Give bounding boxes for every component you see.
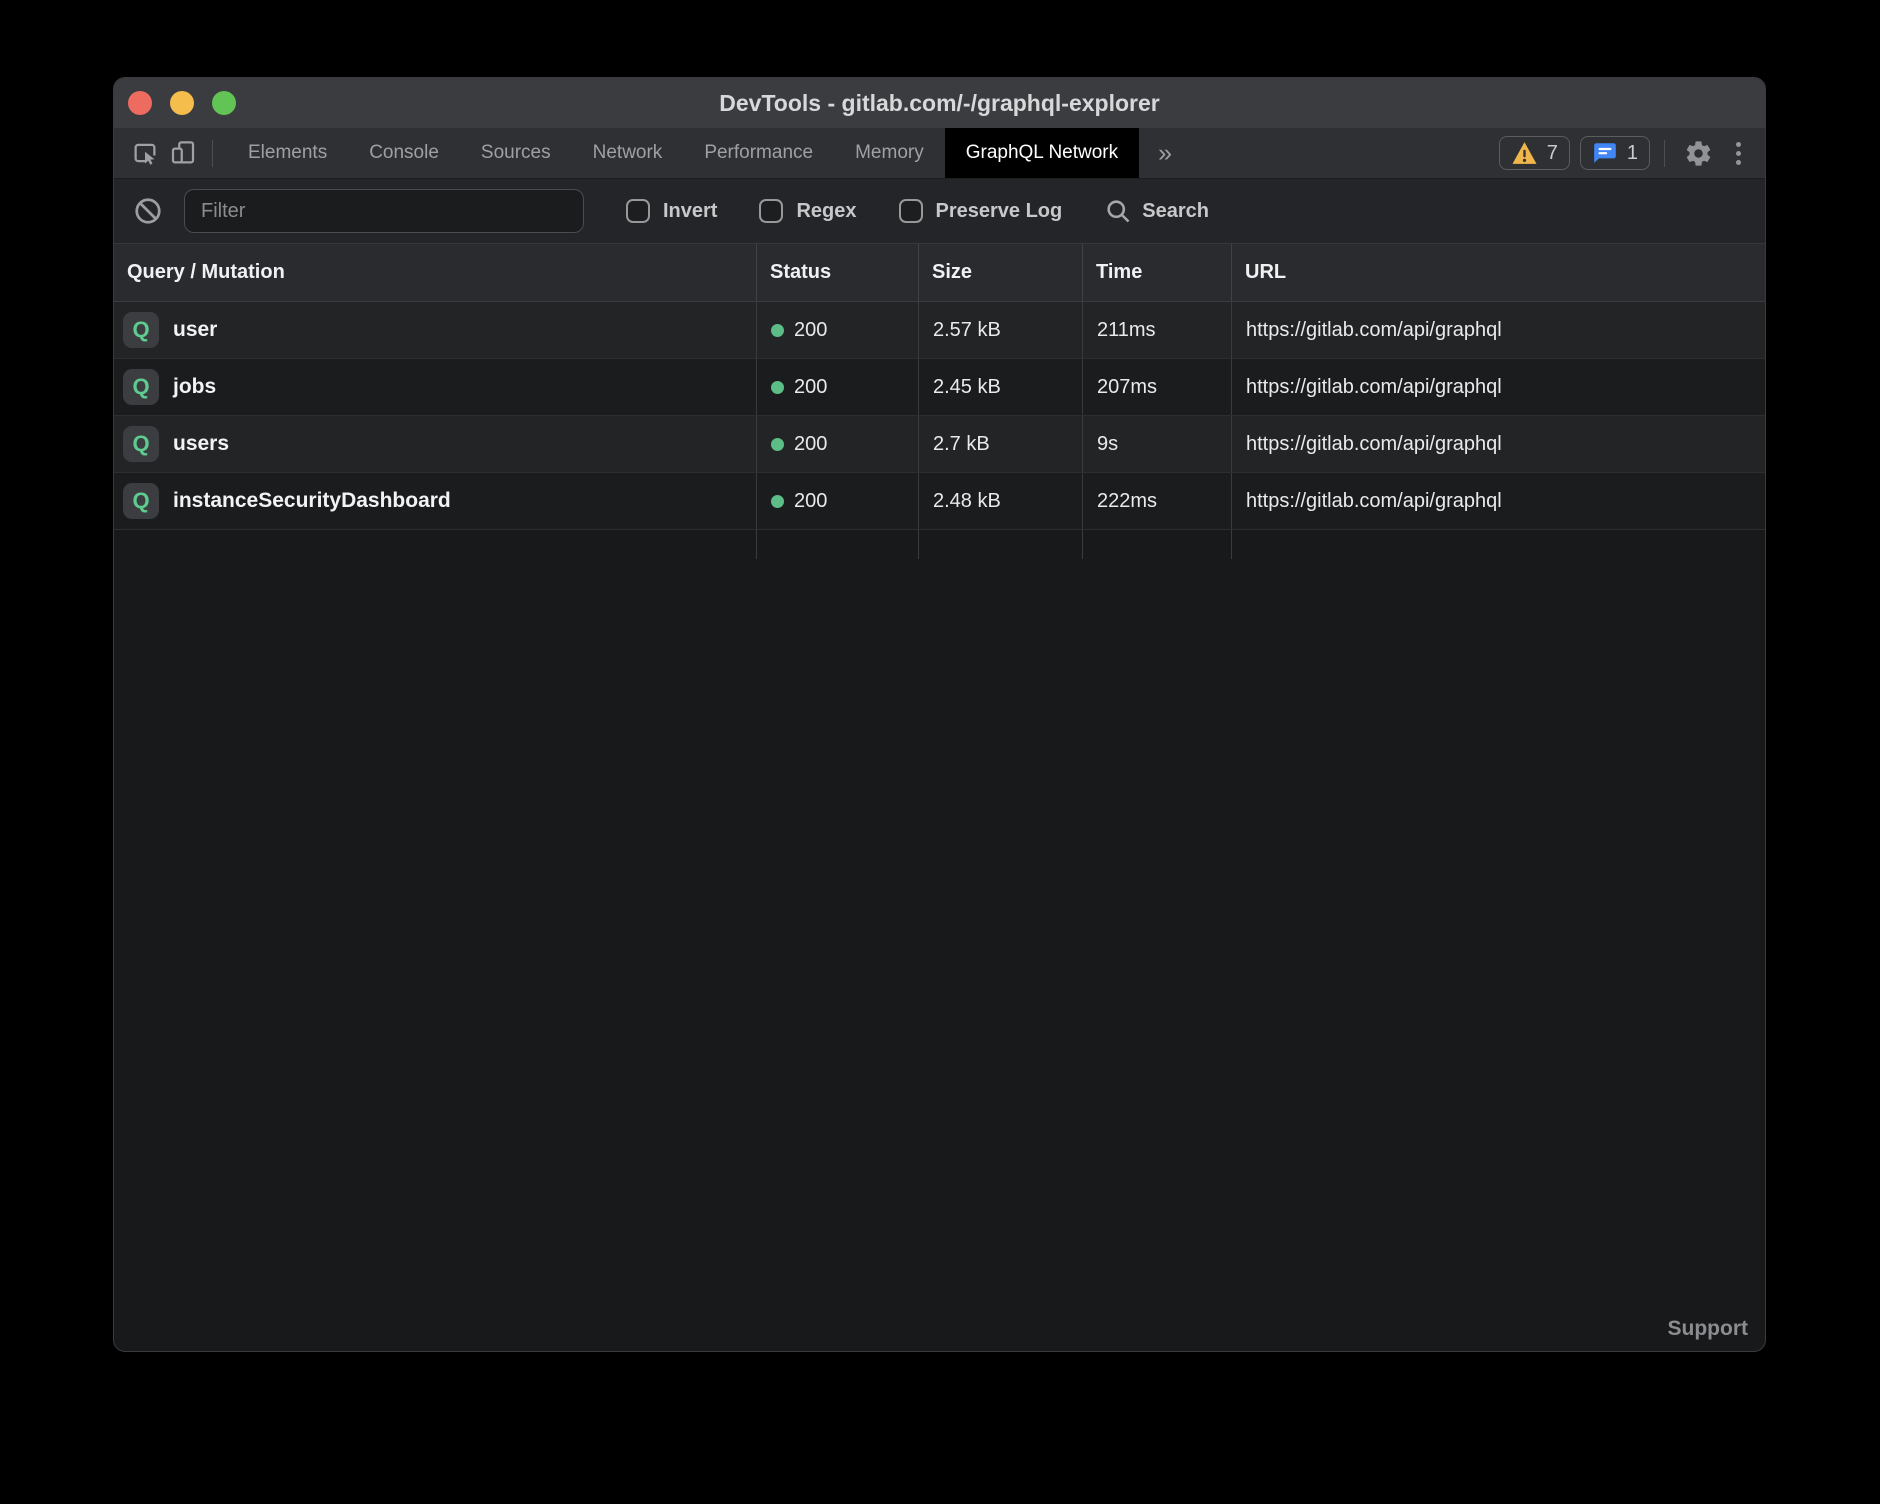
invert-label: Invert [663, 200, 717, 223]
traffic-lights [128, 91, 236, 115]
filter-toolbar: Invert Regex Preserve Log Search [114, 179, 1765, 244]
query-type-badge: Q [123, 369, 159, 405]
tab-sources[interactable]: Sources [460, 128, 572, 178]
chat-bubble-icon [1592, 140, 1618, 166]
status-code: 200 [794, 376, 827, 399]
status-ok-dot [771, 438, 784, 451]
tab-network[interactable]: Network [572, 128, 684, 178]
url-cell: https://gitlab.com/api/graphql [1232, 302, 1765, 358]
message-count: 1 [1627, 142, 1638, 165]
table-row[interactable]: Q users 200 2.7 kB 9s https://gitlab.com… [114, 416, 1765, 473]
column-header-time[interactable]: Time [1083, 244, 1232, 301]
query-type-badge: Q [123, 312, 159, 348]
settings-gear-icon[interactable] [1679, 134, 1717, 172]
query-name: instanceSecurityDashboard [173, 489, 451, 513]
table-row[interactable]: Q user 200 2.57 kB 211ms https://gitlab.… [114, 302, 1765, 359]
support-link[interactable]: Support [1668, 1317, 1748, 1341]
size-cell: 2.7 kB [919, 416, 1083, 472]
tab-graphql-network[interactable]: GraphQL Network [945, 128, 1139, 178]
time-cell: 211ms [1083, 302, 1232, 358]
column-header-url[interactable]: URL [1232, 244, 1765, 301]
devtools-window: DevTools - gitlab.com/-/graphql-explorer… [113, 77, 1766, 1352]
tab-performance[interactable]: Performance [683, 128, 834, 178]
devtools-tab-bar: Elements Console Sources Network Perform… [114, 128, 1765, 179]
search-toggle[interactable]: Search [1104, 197, 1209, 225]
column-header-query[interactable]: Query / Mutation [114, 244, 757, 301]
status-ok-dot [771, 324, 784, 337]
time-cell: 207ms [1083, 359, 1232, 415]
close-button[interactable] [128, 91, 152, 115]
title-bar: DevTools - gitlab.com/-/graphql-explorer [114, 78, 1765, 128]
size-cell: 2.57 kB [919, 302, 1083, 358]
invert-checkbox[interactable] [626, 199, 650, 223]
kebab-menu-icon[interactable] [1727, 142, 1750, 165]
status-ok-dot [771, 495, 784, 508]
toolbar-divider [1664, 140, 1665, 167]
warning-icon [1511, 141, 1538, 165]
url-cell: https://gitlab.com/api/graphql [1232, 473, 1765, 529]
column-header-status[interactable]: Status [757, 244, 919, 301]
size-cell: 2.48 kB [919, 473, 1083, 529]
warnings-badge[interactable]: 7 [1499, 136, 1570, 170]
minimize-button[interactable] [170, 91, 194, 115]
status-code: 200 [794, 319, 827, 342]
messages-badge[interactable]: 1 [1580, 136, 1650, 170]
status-code: 200 [794, 433, 827, 456]
column-header-size[interactable]: Size [919, 244, 1083, 301]
table-row[interactable]: Q instanceSecurityDashboard 200 2.48 kB … [114, 473, 1765, 530]
query-name: user [173, 318, 217, 342]
query-name: users [173, 432, 229, 456]
clear-circle-slash-icon[interactable] [129, 192, 167, 230]
more-tabs-icon[interactable]: » [1139, 139, 1191, 168]
query-type-badge: Q [123, 483, 159, 519]
url-cell: https://gitlab.com/api/graphql [1232, 416, 1765, 472]
tab-memory[interactable]: Memory [834, 128, 945, 178]
device-toolbar-icon[interactable] [164, 134, 202, 172]
regex-checkbox[interactable] [759, 199, 783, 223]
status-ok-dot [771, 381, 784, 394]
tab-elements[interactable]: Elements [227, 128, 348, 178]
search-icon [1104, 197, 1132, 225]
zoom-button[interactable] [212, 91, 236, 115]
filter-input[interactable] [184, 189, 584, 233]
query-type-badge: Q [123, 426, 159, 462]
search-label: Search [1142, 200, 1209, 223]
time-cell: 9s [1083, 416, 1232, 472]
url-cell: https://gitlab.com/api/graphql [1232, 359, 1765, 415]
toolbar-divider [212, 140, 213, 167]
preserve-log-checkbox[interactable] [899, 199, 923, 223]
table-row[interactable]: Q jobs 200 2.45 kB 207ms https://gitlab.… [114, 359, 1765, 416]
tab-console[interactable]: Console [348, 128, 460, 178]
time-cell: 222ms [1083, 473, 1232, 529]
table-header: Query / Mutation Status Size Time URL [114, 244, 1765, 302]
regex-label: Regex [796, 200, 856, 223]
status-code: 200 [794, 490, 827, 513]
inspect-element-icon[interactable] [126, 134, 164, 172]
table-empty-extension [114, 530, 1765, 559]
size-cell: 2.45 kB [919, 359, 1083, 415]
warning-count: 7 [1547, 142, 1558, 165]
query-name: jobs [173, 375, 216, 399]
preserve-log-label: Preserve Log [936, 200, 1063, 223]
window-title: DevTools - gitlab.com/-/graphql-explorer [114, 90, 1765, 117]
